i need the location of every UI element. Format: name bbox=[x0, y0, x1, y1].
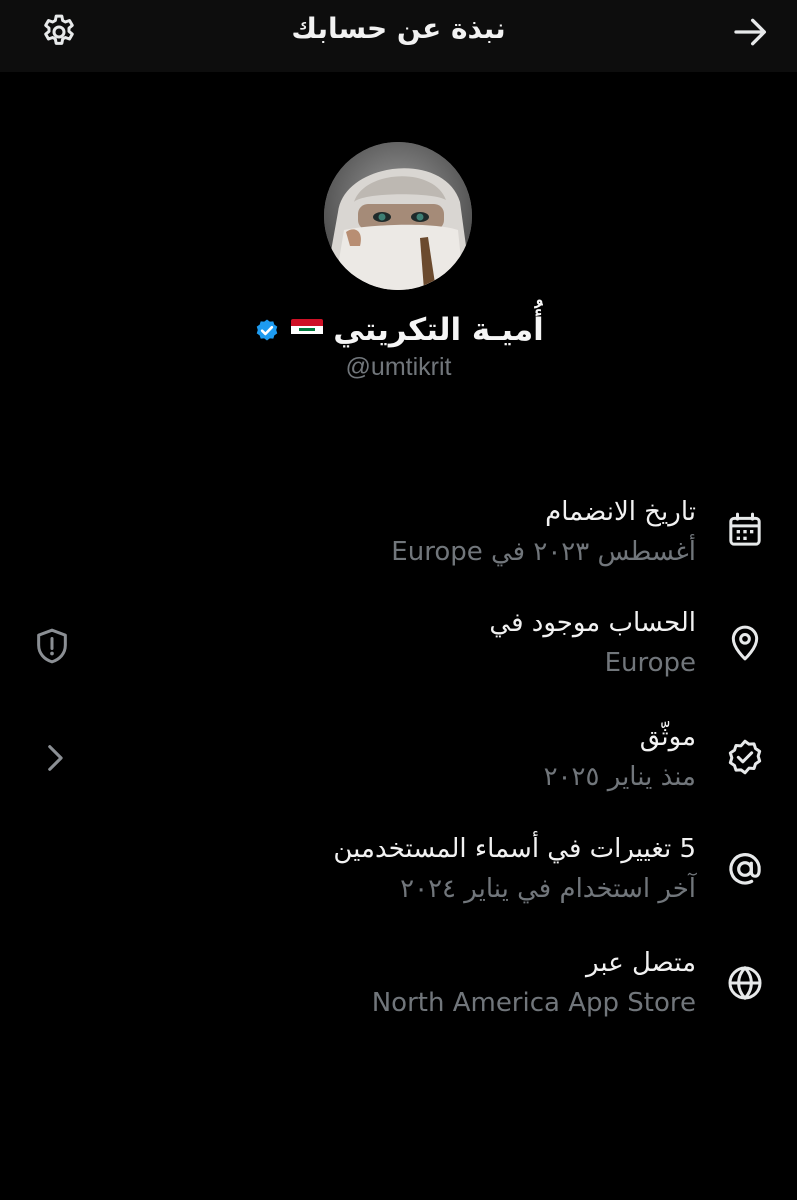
arrow-right-icon[interactable] bbox=[727, 8, 775, 56]
info-account-location: الحساب موجود في Europe bbox=[0, 608, 797, 688]
top-bar: نبذة عن حسابك bbox=[0, 0, 797, 72]
at-sign-icon bbox=[724, 848, 766, 890]
connected-value: North America App Store bbox=[371, 988, 696, 1018]
join-date-label: تاريخ الانضمام bbox=[545, 497, 696, 527]
usernames-value: آخر استخدام في يناير ٢٠٢٤ bbox=[400, 874, 696, 904]
display-name: أُميـة التكريتي bbox=[333, 312, 544, 348]
calendar-icon bbox=[724, 509, 766, 551]
join-date-value: أغسطس ٢٠٢٣ في Europe bbox=[391, 537, 696, 567]
info-username-changes: 5 تغييرات في أسماء المستخدمين آخر استخدا… bbox=[0, 834, 797, 914]
verified-value: منذ يناير ٢٠٢٥ bbox=[543, 762, 696, 792]
profile-name-row: أُميـة التكريتي bbox=[0, 307, 797, 353]
globe-icon bbox=[724, 962, 766, 1004]
verified-badge-icon bbox=[256, 319, 278, 341]
info-connected-via: متصل عبر North America App Store bbox=[0, 948, 797, 1028]
location-pin-icon bbox=[724, 622, 766, 664]
location-value: Europe bbox=[604, 648, 696, 678]
info-join-date: تاريخ الانضمام أغسطس ٢٠٢٣ في Europe bbox=[0, 497, 797, 577]
verified-label: موثّق bbox=[639, 722, 696, 752]
location-label: الحساب موجود في bbox=[489, 608, 696, 638]
profile-handle: @umtikrit bbox=[345, 353, 452, 381]
info-verified: موثّق منذ يناير ٢٠٢٥ bbox=[0, 722, 797, 802]
chevron-right-icon[interactable] bbox=[34, 736, 74, 780]
usernames-label: 5 تغييرات في أسماء المستخدمين bbox=[333, 834, 696, 864]
verified-check-icon bbox=[724, 736, 766, 778]
connected-label: متصل عبر bbox=[586, 948, 696, 978]
shield-alert-icon[interactable] bbox=[30, 624, 74, 668]
avatar[interactable] bbox=[324, 142, 472, 290]
page-title: نبذة عن حسابك bbox=[291, 12, 506, 45]
iraq-flag-icon bbox=[291, 319, 324, 341]
